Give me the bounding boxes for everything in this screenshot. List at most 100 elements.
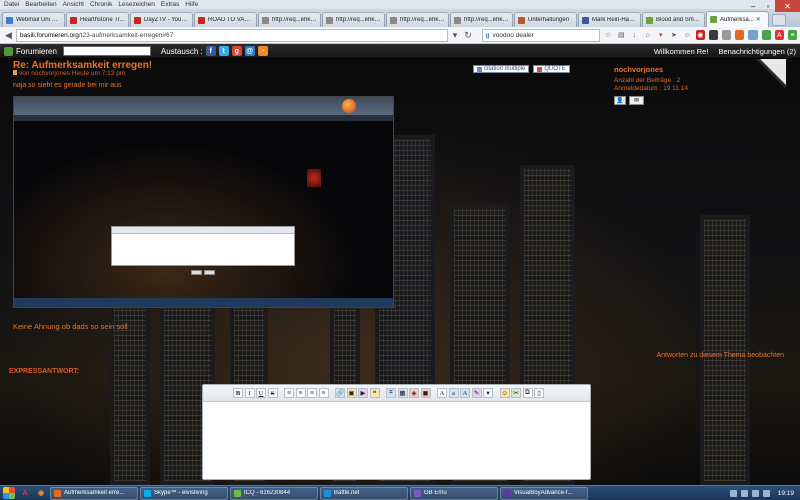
hide-icon[interactable]: ◼ (420, 388, 431, 398)
extension-icon[interactable] (722, 30, 732, 40)
dropdown-icon[interactable]: ▾ (450, 29, 461, 41)
taskbar-window[interactable]: Battle.net (320, 486, 408, 500)
font-face-icon[interactable]: a (448, 388, 459, 398)
mail-icon[interactable]: @ (244, 46, 255, 56)
underline-button[interactable]: U (256, 388, 266, 398)
google-plus-icon[interactable]: g (231, 46, 242, 56)
taskbar-window[interactable]: Skype™ - elvisliving (140, 486, 228, 500)
browser-tab[interactable]: Blood and Smo... (642, 12, 705, 27)
menu-tools[interactable]: Extras (161, 1, 179, 8)
welcome-link[interactable]: Willkommen Re! (654, 47, 709, 56)
browser-tab[interactable]: Unterhaltungen (514, 12, 577, 27)
menu-view[interactable]: Ansicht (63, 1, 84, 8)
adblock-icon[interactable]: ◉ (695, 30, 705, 40)
page-corner-icon[interactable] (756, 59, 786, 89)
italic-button[interactable]: I (244, 388, 255, 398)
profile-icon[interactable]: 👤 (614, 96, 626, 105)
browser-tab[interactable]: Mark Rein-Hag... (578, 12, 641, 27)
align-right-icon[interactable]: ≡ (307, 388, 317, 398)
font-size-icon[interactable]: A (437, 388, 447, 398)
font-color-icon[interactable]: A (460, 388, 470, 398)
close-window-icon[interactable]: ✕ (775, 0, 800, 12)
extension-icon[interactable] (708, 30, 719, 40)
quick-reply-textarea[interactable] (205, 405, 588, 477)
forum-brand[interactable]: Forumieren (4, 46, 57, 56)
menu-bookmarks[interactable]: Lesezeichen (118, 1, 155, 8)
browser-tab-active[interactable]: Aufmerksa... ✕ (706, 11, 769, 27)
home-icon[interactable]: ⌂ (643, 30, 652, 40)
flag-icon[interactable] (762, 489, 770, 497)
table-icon[interactable]: ▦ (397, 388, 408, 398)
quote-button[interactable]: QUOTE (533, 65, 570, 73)
menu-help[interactable]: Hilfe (185, 1, 198, 8)
menu-edit[interactable]: Bearbeiten (25, 1, 56, 8)
more-icon[interactable]: ▾ (483, 388, 493, 398)
image-icon[interactable]: ▣ (346, 388, 357, 398)
rss-icon[interactable]: ◔ (257, 46, 268, 56)
tray-arrow-icon[interactable] (729, 489, 737, 497)
quote-icon[interactable]: ❝ (369, 388, 380, 398)
volume-icon[interactable] (751, 489, 759, 497)
browser-tab[interactable]: http://req...ehk_es%21 (322, 12, 385, 27)
source-icon[interactable]: ▯ (534, 388, 544, 398)
back-icon[interactable]: ◀ (3, 29, 14, 41)
facebook-icon[interactable]: f (205, 46, 216, 56)
taskbar-window[interactable]: Aufmerksamkeit erre... (50, 486, 138, 500)
menu-history[interactable]: Chronik (90, 1, 112, 8)
forum-search-input[interactable] (62, 46, 151, 56)
justify-icon[interactable]: ≡ (318, 388, 329, 398)
align-left-icon[interactable]: ≡ (284, 388, 294, 398)
strike-button[interactable]: S (267, 388, 278, 398)
browser-tab[interactable]: http://req...ehk_es%21 (450, 12, 513, 27)
acrobat-icon[interactable]: A (18, 487, 32, 499)
watch-topic-link[interactable]: Antworten zu diesem Thema beobachten (656, 352, 784, 359)
new-tab-button[interactable] (772, 14, 786, 26)
menu-file[interactable]: Datei (4, 1, 19, 8)
notifications-link[interactable]: Benachrichtigungen (2) (718, 47, 796, 56)
browser-tab[interactable]: ROAD TO VARO... (194, 12, 257, 27)
copy-icon[interactable]: ⧉ (522, 388, 533, 398)
search-input[interactable]: g voodoo dealer (481, 28, 600, 42)
emoji-icon[interactable]: ☺ (499, 388, 510, 398)
link-icon[interactable]: 🔗 (335, 388, 345, 398)
browser-tab[interactable]: Webmail Uni Bielef... (2, 12, 65, 27)
video-icon[interactable]: ▶ (358, 388, 368, 398)
url-bar[interactable]: basili.forumieren.org/t23-aufmerksamkeit… (16, 28, 448, 42)
share-icon[interactable]: ➤ (669, 30, 678, 40)
start-button[interactable] (3, 487, 15, 499)
browser-tab[interactable]: http://req...ehk_es%21 (258, 12, 321, 27)
browser-tab[interactable]: Hearthstone Tr... (66, 12, 129, 27)
taskbar-window[interactable]: ICQ - 616230844 (230, 486, 318, 500)
maximize-icon[interactable]: ▫ (761, 0, 775, 12)
firefox-icon[interactable]: ◉ (34, 487, 48, 499)
align-center-icon[interactable]: ≡ (295, 388, 306, 398)
reload-icon[interactable]: ↻ (463, 29, 474, 41)
browser-tab[interactable]: http://req...ehk_es%21 (386, 12, 449, 27)
twitter-icon[interactable]: t (218, 46, 229, 56)
network-icon[interactable] (740, 489, 748, 497)
extension-icon[interactable] (735, 30, 745, 40)
taskbar-window[interactable]: GB Emu (410, 486, 498, 500)
extension-icon[interactable] (761, 30, 771, 40)
download-icon[interactable]: ↓ (630, 30, 639, 40)
author-name[interactable]: nochvorjones (614, 65, 663, 74)
close-tab-icon[interactable]: ✕ (756, 16, 761, 23)
multi-quote-button[interactable]: citation multiple (473, 65, 530, 73)
misc-icon[interactable]: ✂ (511, 388, 521, 398)
chat-icon[interactable]: ☺ (683, 30, 692, 40)
private-message-icon[interactable]: ✉ (629, 96, 644, 105)
font-style-icon[interactable]: ✎ (471, 388, 482, 398)
minimize-icon[interactable]: – (745, 0, 761, 12)
bookmarks-menu-icon[interactable]: ▤ (617, 30, 626, 40)
extension-icon[interactable] (748, 30, 758, 40)
clock[interactable]: 19:19 (778, 490, 794, 497)
bookmark-star-icon[interactable]: ☆ (604, 30, 613, 40)
pdf-icon[interactable]: A (774, 30, 784, 40)
code-icon[interactable]: ⌗ (386, 388, 396, 398)
menu-icon[interactable]: ≡ (787, 30, 798, 40)
taskbar-window[interactable]: VisualBoyAdvance-f... (500, 486, 588, 500)
browser-tab[interactable]: DayZTV - YouT... (130, 12, 193, 27)
pocket-icon[interactable]: ▾ (656, 30, 665, 40)
spoiler-icon[interactable]: ◈ (409, 388, 419, 398)
bold-button[interactable]: B (233, 388, 243, 398)
